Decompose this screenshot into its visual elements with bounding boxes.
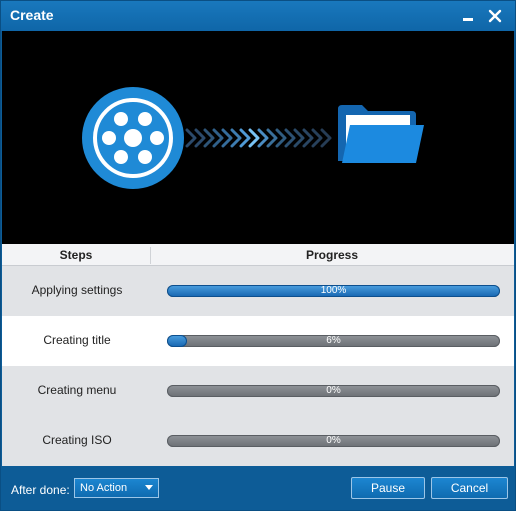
step-label: Creating menu <box>37 383 117 397</box>
progress-percent: 0% <box>326 435 341 446</box>
step-label: Applying settings <box>31 283 123 297</box>
progress-percent: 0% <box>326 385 341 396</box>
close-icon <box>488 9 502 23</box>
chevron-down-icon <box>145 485 153 490</box>
pause-button[interactable]: Pause <box>351 477 425 499</box>
window-title: Create <box>10 7 54 23</box>
steps-column-header: Steps <box>2 247 151 264</box>
progress-bar: 0% <box>167 435 500 447</box>
progress-bar: 0% <box>167 385 500 397</box>
create-dialog: Create Steps Progress Applying settings … <box>0 0 516 511</box>
progress-percent: 100% <box>320 285 347 296</box>
close-button[interactable] <box>484 5 506 27</box>
dialog-footer: After done: No Action Pause Cancel <box>1 466 515 510</box>
step-label: Creating ISO <box>42 433 112 447</box>
progress-column-header: Progress <box>305 248 359 262</box>
after-done-value: No Action <box>80 482 128 494</box>
chevron-arrows-icon <box>185 128 332 148</box>
after-done-label: After done: <box>11 483 70 497</box>
title-bar[interactable]: Create <box>1 1 515 31</box>
step-row-creating-title: Creating title 6% <box>2 316 514 366</box>
step-row-creating-iso: Creating ISO 0% <box>2 416 514 466</box>
step-row-creating-menu: Creating menu 0% <box>2 366 514 416</box>
folder-icon <box>338 105 424 163</box>
minimize-button[interactable] <box>458 5 480 27</box>
film-reel-icon <box>82 87 184 189</box>
after-done-select[interactable]: No Action <box>74 478 159 498</box>
step-label: Creating title <box>43 333 111 347</box>
step-row-applying-settings: Applying settings 100% <box>2 266 514 316</box>
progress-percent: 6% <box>326 335 341 346</box>
progress-bar: 100% <box>167 285 500 297</box>
minimize-icon <box>463 18 473 21</box>
progress-bar: 6% <box>167 335 500 347</box>
conversion-banner <box>2 31 514 244</box>
steps-table-header: Steps Progress <box>2 244 514 266</box>
steps-list: Applying settings 100% Creating title 6%… <box>2 266 514 466</box>
cancel-button[interactable]: Cancel <box>431 477 508 499</box>
